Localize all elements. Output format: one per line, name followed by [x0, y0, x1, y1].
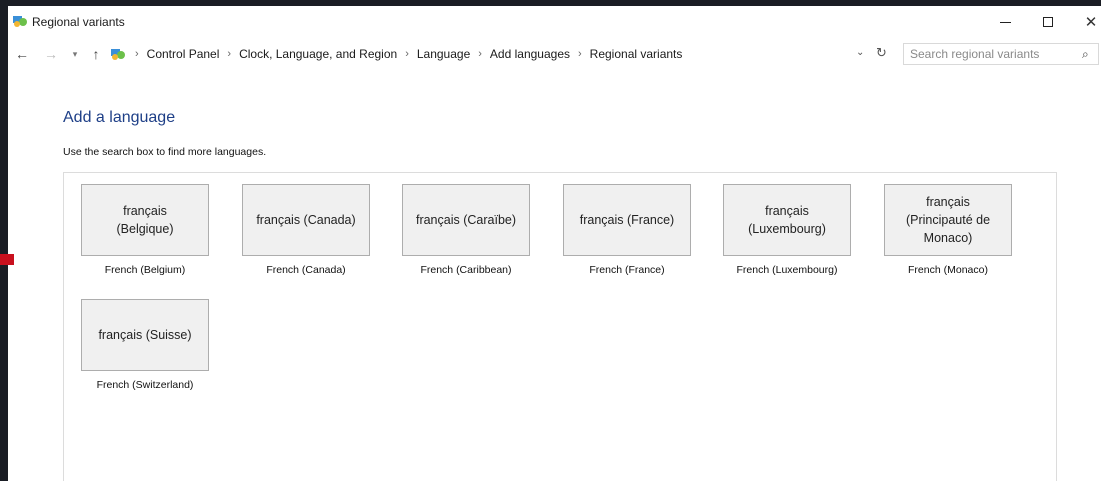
language-tile[interactable]: français (Belgique) French (Belgium) — [81, 184, 209, 276]
breadcrumb-add-languages[interactable]: Add languages — [489, 47, 571, 61]
language-tile[interactable]: français (Canada) French (Canada) — [242, 184, 370, 276]
language-tile[interactable]: français (Luxembourg) French (Luxembourg… — [723, 184, 851, 276]
breadcrumb-separator-icon[interactable]: › — [128, 48, 146, 60]
language-english-name: French (Belgium) — [104, 264, 186, 276]
minimize-button[interactable] — [982, 9, 1028, 35]
close-button[interactable]: ✕ — [1068, 9, 1101, 35]
address-dropdown-icon[interactable]: ⌄ — [856, 47, 864, 58]
breadcrumb-regional-variants[interactable]: Regional variants — [589, 47, 684, 61]
language-english-name: French (Luxembourg) — [736, 264, 838, 276]
language-native-name: français (Principauté de Monaco) — [905, 195, 991, 245]
breadcrumb-separator-icon[interactable]: › — [398, 48, 416, 60]
up-button[interactable]: ↑ — [87, 45, 105, 63]
minimize-icon — [999, 21, 1011, 23]
back-arrow-icon: ← — [15, 46, 29, 62]
language-english-name: French (France) — [589, 264, 665, 276]
address-bar: ← → ▾ ↑ › Control Panel › Clock, Languag… — [0, 42, 1101, 66]
language-tiles-panel: français (Belgique) French (Belgium) fra… — [63, 172, 1057, 481]
breadcrumb-clock-language-region[interactable]: Clock, Language, and Region — [238, 47, 398, 61]
language-tile[interactable]: français (Suisse) French (Switzerland) — [81, 299, 209, 391]
language-tile-button[interactable]: français (Luxembourg) — [723, 184, 851, 256]
breadcrumb-control-panel[interactable]: Control Panel — [146, 47, 221, 61]
language-english-name: French (Switzerland) — [96, 379, 194, 391]
up-arrow-icon: ↑ — [92, 46, 100, 62]
language-native-name: français (Canada) — [256, 213, 356, 227]
language-native-name: français (Caraïbe) — [415, 213, 517, 227]
language-native-name: français (France) — [579, 213, 675, 227]
window-title: Regional variants — [32, 15, 125, 29]
language-tile[interactable]: français (Caraïbe) French (Caribbean) — [402, 184, 530, 276]
recent-locations-button[interactable]: ▾ — [66, 45, 84, 63]
forward-arrow-icon: → — [44, 46, 58, 62]
language-tile-button[interactable]: français (Suisse) — [81, 299, 209, 371]
breadcrumb-separator-icon[interactable]: › — [571, 48, 589, 60]
search-icon[interactable]: ⌕ — [1082, 47, 1089, 62]
page-heading: Add a language — [63, 109, 176, 126]
language-tile-button[interactable]: français (Caraïbe) — [402, 184, 530, 256]
window: Regional variants ✕ ← → ▾ ↑ › Control Pa… — [0, 6, 1101, 481]
language-tile-button[interactable]: français (Canada) — [242, 184, 370, 256]
breadcrumb-separator-icon[interactable]: › — [471, 48, 489, 60]
back-button[interactable]: ← — [13, 45, 31, 63]
language-native-name: français (Belgique) — [116, 204, 174, 236]
search-box[interactable]: ⌕ — [903, 43, 1099, 65]
language-tile-button[interactable]: français (Belgique) — [81, 184, 209, 256]
chevron-down-icon: ▾ — [72, 48, 78, 59]
breadcrumb: › Control Panel › Clock, Language, and R… — [128, 47, 683, 61]
maximize-button[interactable] — [1025, 9, 1071, 35]
desktop-background — [0, 6, 8, 481]
breadcrumb-separator-icon[interactable]: › — [220, 48, 238, 60]
close-icon: ✕ — [1084, 14, 1098, 31]
breadcrumb-language[interactable]: Language — [416, 47, 471, 61]
language-tile-button[interactable]: français (Principauté de Monaco) — [884, 184, 1012, 256]
search-input[interactable] — [910, 47, 1070, 61]
refresh-icon[interactable]: ↻ — [876, 45, 887, 61]
language-native-name: français (Luxembourg) — [748, 204, 826, 236]
language-english-name: French (Monaco) — [908, 264, 988, 276]
maximize-icon — [1043, 17, 1053, 27]
language-native-name: français (Suisse) — [98, 328, 192, 342]
language-tile[interactable]: français (France) French (France) — [563, 184, 691, 276]
language-english-name: French (Canada) — [266, 264, 346, 276]
forward-button[interactable]: → — [42, 45, 60, 63]
language-tile[interactable]: français (Principauté de Monaco) French … — [884, 184, 1012, 276]
instruction-text: Use the search box to find more language… — [63, 146, 267, 158]
title-bar: Regional variants ✕ — [0, 6, 1101, 36]
control-panel-icon — [13, 16, 27, 27]
desktop-marker — [0, 254, 14, 265]
control-panel-icon — [111, 49, 125, 60]
language-english-name: French (Caribbean) — [420, 264, 512, 276]
language-tile-button[interactable]: français (France) — [563, 184, 691, 256]
